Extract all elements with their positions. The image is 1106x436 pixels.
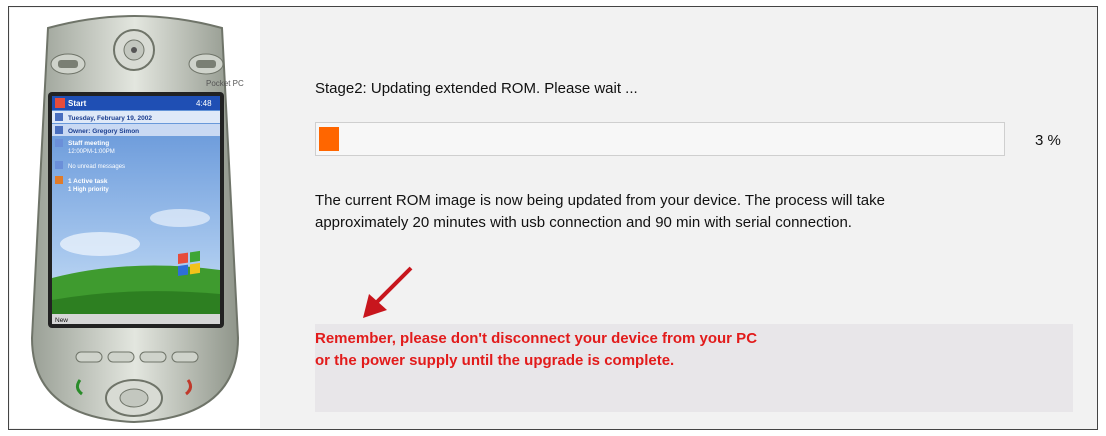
description-line: approximately 20 minutes with usb connec… bbox=[315, 214, 852, 231]
progress-bar-fill bbox=[319, 127, 339, 151]
device-menu-new: New bbox=[55, 317, 68, 324]
update-content: Stage2: Updating extended ROM. Please wa… bbox=[261, 8, 1097, 428]
warning-message: Remember, please don't disconnect your d… bbox=[315, 328, 757, 372]
device-start-label: Start bbox=[68, 99, 87, 108]
pocket-pc-device-image: Pocket PC Start 4:48 Tuesday, February 1… bbox=[10, 8, 260, 428]
device-meeting-time: 12:00PM-1:00PM bbox=[68, 149, 115, 155]
pocket-pc-illustration: Pocket PC Start 4:48 Tuesday, February 1… bbox=[30, 15, 244, 424]
stage-status-text: Stage2: Updating extended ROM. Please wa… bbox=[315, 80, 638, 97]
device-clock: 4:48 bbox=[196, 99, 212, 108]
update-progress-bar bbox=[315, 122, 1005, 156]
description-line: The current ROM image is now being updat… bbox=[315, 192, 885, 209]
progress-percent-label: 3 % bbox=[1035, 132, 1061, 149]
device-messages: No unread messages bbox=[68, 164, 125, 170]
device-owner: Owner: Gregory Simon bbox=[68, 128, 139, 135]
device-tasks-line2: 1 High priority bbox=[68, 187, 109, 193]
device-tasks-line1: 1 Active task bbox=[68, 178, 108, 185]
warning-line: or the power supply until the upgrade is… bbox=[315, 352, 675, 369]
device-brand-text: Pocket PC bbox=[206, 79, 244, 88]
warning-line: Remember, please don't disconnect your d… bbox=[315, 330, 758, 347]
red-arrow-icon bbox=[363, 266, 413, 318]
device-date: Tuesday, February 19, 2002 bbox=[68, 115, 152, 122]
update-description: The current ROM image is now being updat… bbox=[315, 190, 1035, 234]
device-meeting-title: Staff meeting bbox=[68, 140, 109, 147]
update-dialog: Pocket PC Start 4:48 Tuesday, February 1… bbox=[8, 6, 1098, 430]
